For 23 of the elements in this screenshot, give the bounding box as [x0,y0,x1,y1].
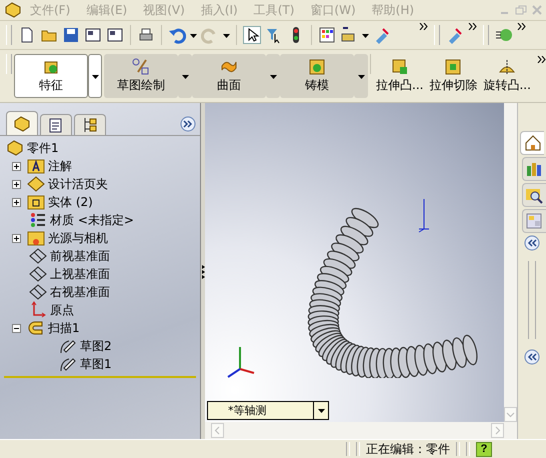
tree-item[interactable]: 上视基准面 [50,266,110,282]
command-button[interactable]: 拉伸凸... [373,54,426,98]
tree-item[interactable]: 前视基准面 [50,248,110,264]
tree-item[interactable]: 实体 (2) [48,194,93,210]
status-text: 正在编辑：零件 [366,440,450,458]
command-tab[interactable]: 特征 [14,54,88,98]
tree-item[interactable]: 草图1 [80,356,112,372]
command-button[interactable]: 旋转凸... [480,54,534,98]
command-tab[interactable]: 曲面 [192,54,266,98]
tree-item[interactable]: 零件1 [27,140,59,156]
tree-item[interactable]: 光源与相机 [48,230,108,246]
view-selector[interactable]: *等轴测 [207,401,329,420]
tree-item[interactable]: 右视基准面 [50,284,110,300]
command-button[interactable]: 拉伸切除 [426,54,480,98]
tree-item[interactable]: 草图2 [80,338,112,354]
help-button[interactable]: ? [476,442,492,456]
tree-item[interactable]: 扫描1 [48,320,80,336]
tree-item[interactable]: 材质 <未指定> [50,212,134,228]
tree-item[interactable]: 注解 [48,158,72,174]
tree-item[interactable]: 设计活页夹 [48,176,108,192]
command-tab[interactable]: 草图绘制 [104,54,178,98]
tree-item[interactable]: 原点 [50,302,74,318]
command-tab[interactable]: 铸模 [280,54,354,98]
